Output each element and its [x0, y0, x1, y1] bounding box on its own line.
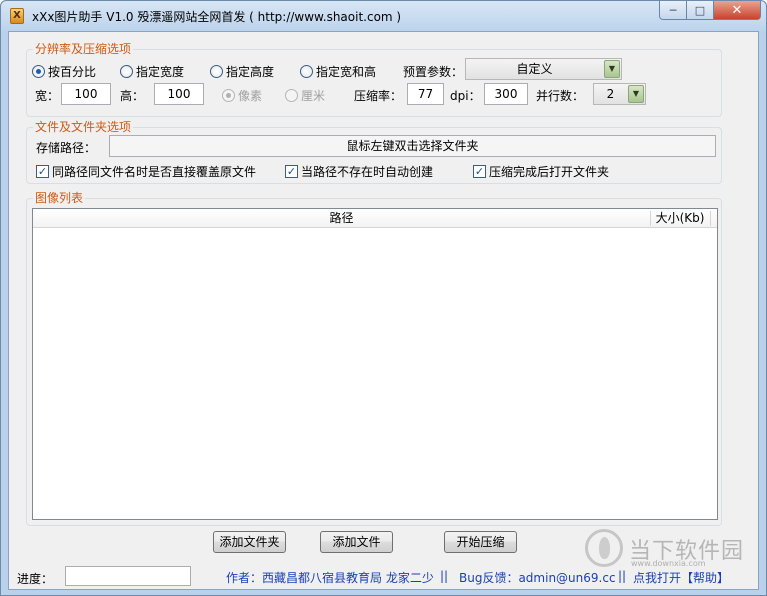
folder-group-title: 文件及文件夹选项	[33, 120, 134, 134]
progress-label: 进度：	[17, 572, 54, 586]
author-link[interactable]: 作者：西藏昌都八宿县教育局 龙家二少	[226, 569, 434, 586]
chevron-down-icon[interactable]: ▼	[628, 85, 644, 103]
resolution-group: 分辨率及压缩选项 按百分比 指定宽度 指定高度 指定宽和高 预置参数： 自定义 …	[26, 42, 722, 117]
radio-unit-cm[interactable]: 厘米	[285, 87, 325, 104]
maximize-button[interactable]: □	[687, 1, 714, 20]
image-list[interactable]: 路径 大小(Kb)	[32, 208, 718, 520]
maximize-icon: □	[694, 3, 706, 17]
add-folder-button[interactable]: 添加文件夹	[213, 531, 286, 553]
radio-indicator	[120, 65, 133, 78]
threads-value: 2	[606, 87, 615, 101]
minimize-icon: ─	[669, 3, 677, 17]
radio-indicator	[222, 89, 235, 102]
check-icon: ✓	[285, 165, 298, 178]
height-input[interactable]: 100	[154, 83, 204, 105]
radio-by-percent[interactable]: 按百分比	[32, 63, 96, 80]
close-icon: ✕	[731, 2, 743, 18]
radio-by-width[interactable]: 指定宽度	[120, 63, 184, 80]
radio-label: 指定高度	[226, 65, 275, 79]
check-icon: ✓	[473, 165, 486, 178]
checkbox-label: 同路径同文件名时是否直接覆盖原文件	[52, 165, 257, 179]
column-path[interactable]: 路径	[33, 209, 650, 228]
dpi-label: dpi：	[450, 89, 481, 103]
radio-indicator	[210, 65, 223, 78]
resolution-group-title: 分辨率及压缩选项	[33, 42, 134, 56]
minimize-button[interactable]: ─	[659, 1, 687, 20]
column-size[interactable]: 大小(Kb)	[651, 209, 709, 228]
preset-value: 自定义	[516, 62, 553, 76]
radio-indicator	[285, 89, 298, 102]
progress-bar	[65, 566, 191, 586]
check-icon: ✓	[36, 165, 49, 178]
checkbox-label: 当路径不存在时自动创建	[301, 165, 434, 179]
app-window: X xXx图片助手 V1.0 殁漂遥网站全网首发 ( http://www.sh…	[0, 0, 767, 596]
height-label: 高：	[120, 89, 145, 103]
radio-label: 按百分比	[48, 65, 97, 79]
width-label: 宽：	[35, 89, 60, 103]
preset-select[interactable]: 自定义 ▼	[465, 58, 622, 80]
radio-label: 厘米	[301, 89, 326, 103]
radio-label: 指定宽度	[136, 65, 185, 79]
radio-by-height[interactable]: 指定高度	[210, 63, 274, 80]
separator: ||	[440, 569, 449, 583]
separator: ||	[618, 569, 627, 583]
window-title: xXx图片助手 V1.0 殁漂遥网站全网首发 ( http://www.shao…	[32, 10, 402, 24]
watermark-logo-icon	[585, 529, 623, 567]
watermark-url: www.downxia.com	[631, 559, 706, 568]
watermark: 当下软件园 www.downxia.com	[585, 529, 750, 568]
auto-create-checkbox[interactable]: ✓ 当路径不存在时自动创建	[285, 163, 433, 180]
radio-label: 像素	[238, 89, 263, 103]
chevron-down-icon[interactable]: ▼	[604, 60, 620, 78]
radio-indicator	[32, 65, 45, 78]
threads-select[interactable]: 2 ▼	[593, 83, 646, 105]
app-icon: X	[10, 8, 24, 24]
list-header: 路径 大小(Kb)	[33, 209, 717, 228]
bug-feedback-link[interactable]: Bug反馈：admin@un69.cc	[459, 569, 616, 586]
radio-unit-pixel[interactable]: 像素	[222, 87, 262, 104]
folder-group: 文件及文件夹选项 存储路径： 鼠标左键双击选择文件夹 ✓ 同路径同文件名时是否直…	[26, 120, 722, 184]
open-folder-checkbox[interactable]: ✓ 压缩完成后打开文件夹	[473, 163, 609, 180]
help-link[interactable]: 点我打开【帮助】	[633, 569, 729, 586]
radio-by-width-height[interactable]: 指定宽和高	[300, 63, 376, 80]
checkbox-label: 压缩完成后打开文件夹	[489, 165, 610, 179]
column-divider[interactable]	[710, 211, 711, 226]
image-list-title: 图像列表	[33, 191, 86, 205]
window-controls: ─ □ ✕	[659, 1, 761, 21]
save-path-field[interactable]: 鼠标左键双击选择文件夹	[109, 135, 716, 157]
start-compress-button[interactable]: 开始压缩	[444, 531, 517, 553]
add-file-button[interactable]: 添加文件	[320, 531, 393, 553]
threads-label: 并行数：	[536, 89, 585, 103]
compress-label: 压缩率：	[354, 89, 403, 103]
close-button[interactable]: ✕	[714, 1, 761, 20]
overwrite-checkbox[interactable]: ✓ 同路径同文件名时是否直接覆盖原文件	[36, 163, 256, 180]
save-path-label: 存储路径：	[36, 141, 97, 155]
compress-input[interactable]: 77	[407, 83, 444, 105]
radio-indicator	[300, 65, 313, 78]
width-input[interactable]: 100	[61, 83, 111, 105]
preset-label: 预置参数：	[403, 65, 464, 79]
client-area: 分辨率及压缩选项 按百分比 指定宽度 指定高度 指定宽和高 预置参数： 自定义 …	[8, 31, 759, 590]
radio-label: 指定宽和高	[316, 65, 377, 79]
title-bar[interactable]: X xXx图片助手 V1.0 殁漂遥网站全网首发 ( http://www.sh…	[1, 1, 766, 31]
dpi-input[interactable]: 300	[484, 83, 528, 105]
